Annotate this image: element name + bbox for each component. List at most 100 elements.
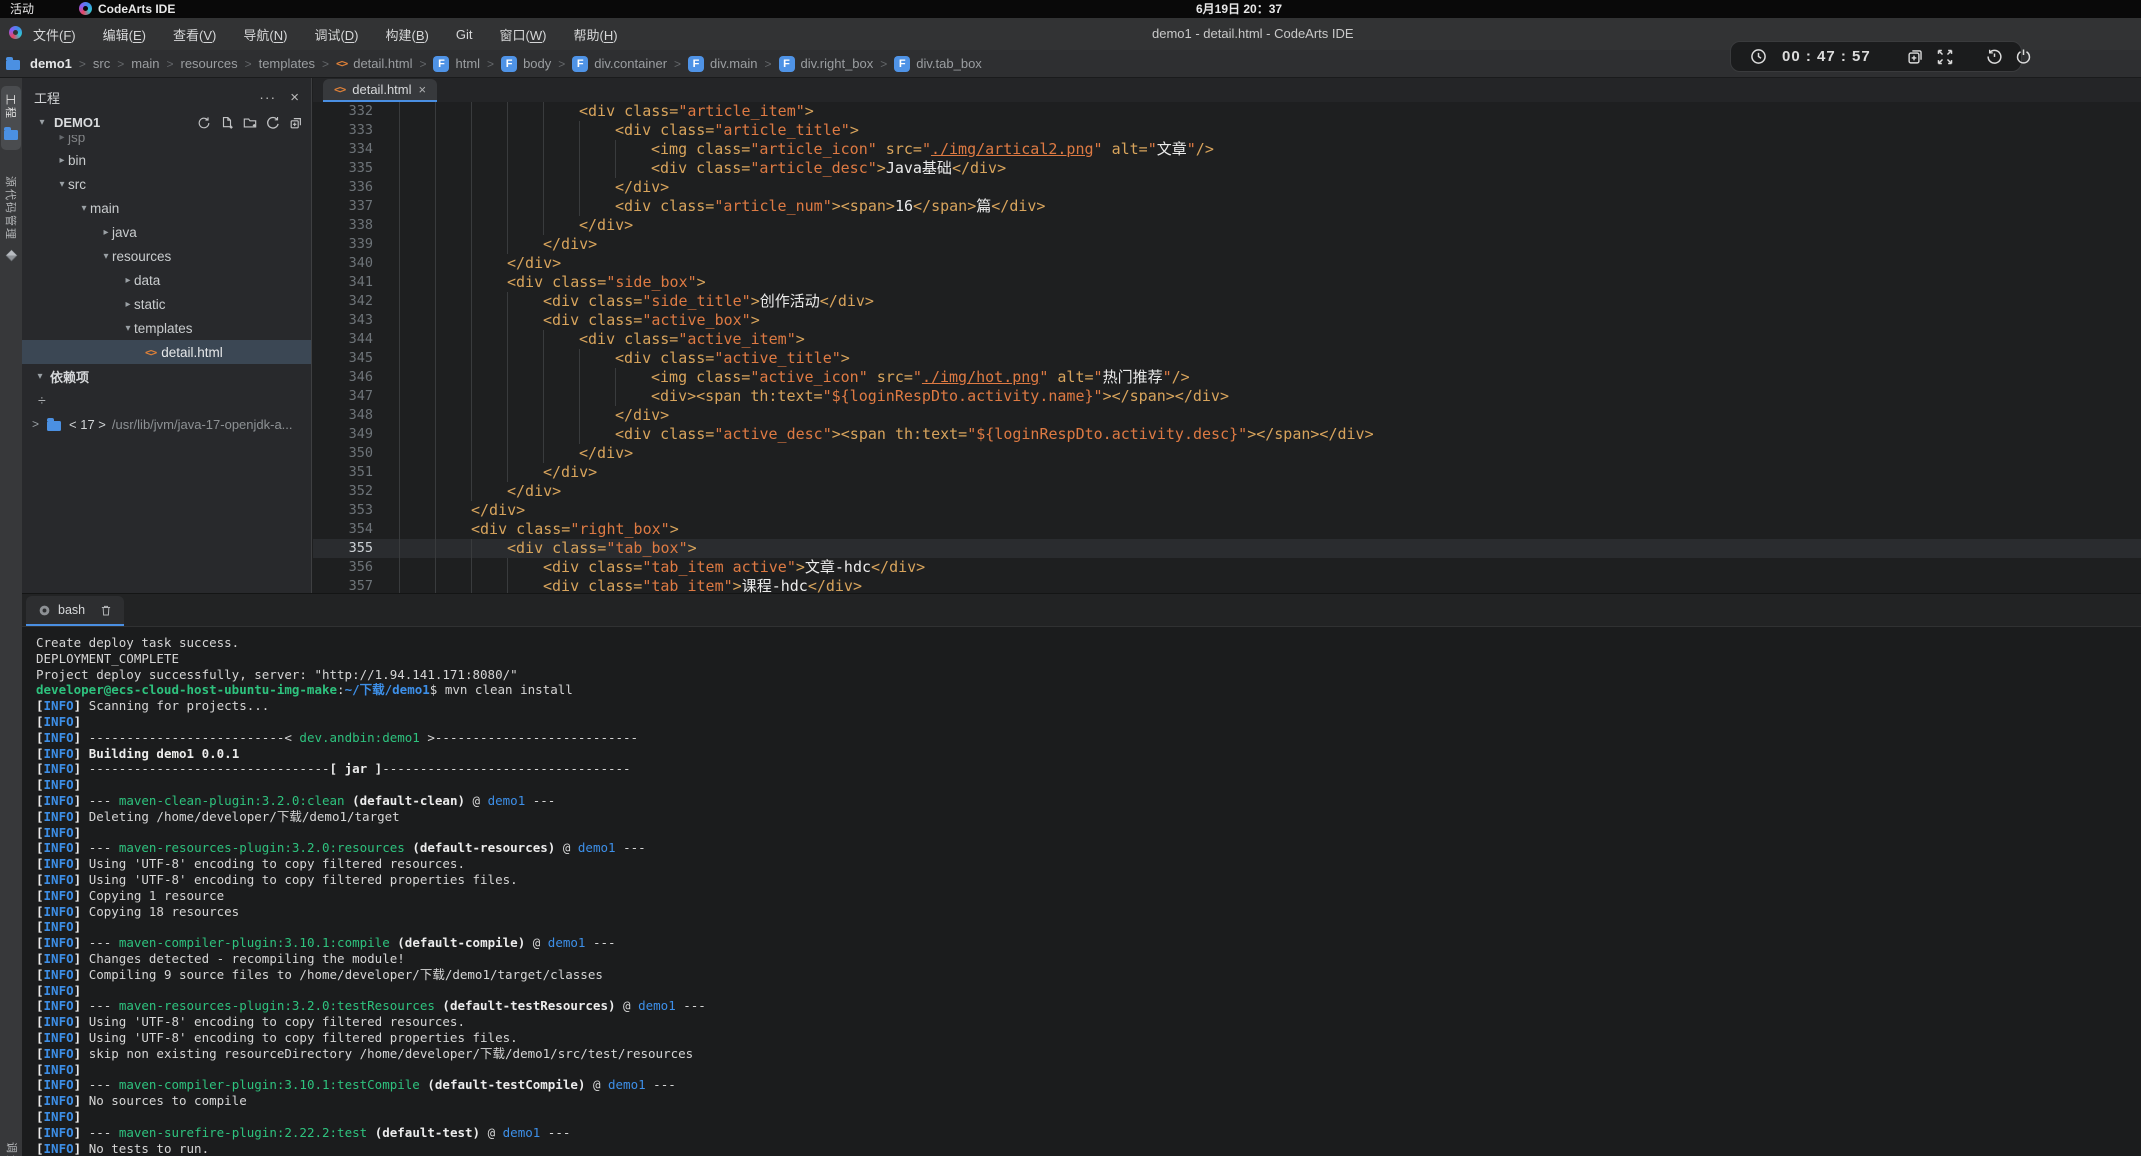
editor-line-338[interactable]: 338</div>	[313, 216, 2141, 235]
tree-item-src[interactable]: ▾src	[22, 172, 311, 196]
breadcrumb-file[interactable]: detail.html	[353, 56, 412, 71]
terminal-line: [INFO] --- maven-surefire-plugin:2.22.2:…	[36, 1125, 2141, 1141]
editor-line-352[interactable]: 352</div>	[313, 482, 2141, 501]
breadcrumb-dom-item[interactable]: body	[523, 56, 551, 71]
menu-item[interactable]: 查看(V)	[173, 25, 216, 44]
editor-line-336[interactable]: 336</div>	[313, 178, 2141, 197]
breadcrumb-item[interactable]: demo1	[30, 56, 72, 71]
tree-item-main[interactable]: ▾main	[22, 196, 311, 220]
editor-line-353[interactable]: 353</div>	[313, 501, 2141, 520]
activities-button[interactable]: 活动	[10, 0, 34, 18]
menu-item[interactable]: 编辑(E)	[103, 25, 146, 44]
tab-detail-html[interactable]: <> detail.html ×	[323, 79, 437, 102]
tree-item-label: src	[68, 177, 86, 192]
tree-item-templates[interactable]: ▾templates	[22, 316, 311, 340]
menu-item[interactable]: Git	[456, 27, 473, 42]
menu-item[interactable]: 文件(F)	[33, 25, 76, 44]
line-number: 344	[313, 330, 373, 349]
editor-line-335[interactable]: 335<div class="article_desc">Java基础</div…	[313, 159, 2141, 178]
editor-line-347[interactable]: 347<div><span th:text="${loginRespDto.ac…	[313, 387, 2141, 406]
menu-item[interactable]: 构建(B)	[386, 25, 429, 44]
editor-line-341[interactable]: 341<div class="side_box">	[313, 273, 2141, 292]
editor-line-357[interactable]: 357<div class="tab_item">课程-hdc</div>	[313, 577, 2141, 593]
codearts-logo-icon	[9, 26, 22, 44]
editor-line-350[interactable]: 350</div>	[313, 444, 2141, 463]
sidebar-more-button[interactable]: ···	[259, 89, 276, 105]
jdk-item[interactable]: > < 17 > /usr/lib/jvm/java-17-openjdk-a.…	[22, 412, 311, 436]
editor-line-346[interactable]: 346<img class="active_icon" src="./img/h…	[313, 368, 2141, 387]
tree-item-detail-html[interactable]: <>detail.html	[22, 340, 311, 364]
line-number: 345	[313, 349, 373, 368]
terminal-line: developer@ecs-cloud-host-ubuntu-img-make…	[36, 682, 2141, 698]
editor-line-340[interactable]: 340</div>	[313, 254, 2141, 273]
tree-item-bin[interactable]: ▸bin	[22, 148, 311, 172]
terminal-line: Project deploy successfully, server: "ht…	[36, 667, 2141, 683]
breadcrumb-dom-item[interactable]: div.tab_box	[916, 56, 982, 71]
breadcrumb-item[interactable]: resources	[180, 56, 237, 71]
editor-line-334[interactable]: 334<img class="article_icon" src="./img/…	[313, 140, 2141, 159]
code-text: <div class="article_desc">Java基础</div>	[651, 159, 1006, 178]
editor-line-339[interactable]: 339</div>	[313, 235, 2141, 254]
tree-item-resources[interactable]: ▾resources	[22, 244, 311, 268]
power-icon[interactable]	[2015, 48, 2032, 65]
menu-item[interactable]: 帮助(H)	[573, 25, 617, 44]
activity-tab-debug[interactable]: 调测	[4, 1142, 20, 1156]
breadcrumb-item[interactable]: main	[131, 56, 159, 71]
editor-line-349[interactable]: 349<div class="active_desc"><span th:tex…	[313, 425, 2141, 444]
code-text: <img class="active_icon" src="./img/hot.…	[651, 368, 1190, 387]
terminal-output[interactable]: Create deploy task success.DEPLOYMENT_CO…	[22, 627, 2141, 1156]
editor-line-344[interactable]: 344<div class="active_item">	[313, 330, 2141, 349]
jdk-version: < 17 >	[69, 417, 106, 432]
editor-tab-bar: <> detail.html ×	[313, 78, 2141, 102]
breadcrumb-item[interactable]: templates	[259, 56, 315, 71]
sidebar-close-button[interactable]: ×	[290, 89, 299, 106]
editor-line-343[interactable]: 343<div class="active_box">	[313, 311, 2141, 330]
menu-item[interactable]: 导航(N)	[243, 25, 287, 44]
activity-tab-label: 工程	[3, 94, 19, 120]
new-folder-icon[interactable]	[243, 116, 257, 130]
menu-item[interactable]: 调试(D)	[314, 25, 358, 44]
code-text: <div class="tab_item">课程-hdc</div>	[543, 577, 862, 593]
tree-item-jsp[interactable]: ▸jsp	[22, 135, 311, 148]
editor-line-355[interactable]: 355<div class="tab_box">	[313, 539, 2141, 558]
terminal-line: [INFO] Using 'UTF-8' encoding to copy fi…	[36, 1030, 2141, 1046]
fullscreen-icon[interactable]	[1936, 48, 1954, 66]
trash-icon[interactable]	[100, 604, 112, 617]
editor-line-333[interactable]: 333<div class="article_title">	[313, 121, 2141, 140]
restart-timer-icon[interactable]	[1986, 48, 2003, 65]
breadcrumb-dom-item[interactable]: html	[455, 56, 480, 71]
code-text: <div class="tab_item active">文章-hdc</div…	[543, 558, 925, 577]
editor-line-332[interactable]: 332<div class="article_item">	[313, 102, 2141, 121]
terminal-tab-bash[interactable]: bash	[26, 596, 124, 626]
tree-item-static[interactable]: ▸static	[22, 292, 311, 316]
breadcrumb-item[interactable]: src	[93, 56, 110, 71]
editor-line-337[interactable]: 337<div class="article_num"><span>16</sp…	[313, 197, 2141, 216]
dependencies-header[interactable]: ▾ 依赖项	[22, 364, 311, 388]
terminal-line: [INFO]	[36, 1109, 2141, 1125]
tree-item-java[interactable]: ▸java	[22, 220, 311, 244]
editor-line-356[interactable]: 356<div class="tab_item active">文章-hdc</…	[313, 558, 2141, 577]
breadcrumb-dom-item[interactable]: div.main	[710, 56, 757, 71]
editor-line-351[interactable]: 351</div>	[313, 463, 2141, 482]
tree-item-label: static	[134, 297, 166, 312]
terminal-line: [INFO] --------------------------< dev.a…	[36, 730, 2141, 746]
new-file-icon[interactable]	[220, 116, 234, 130]
editor-line-345[interactable]: 345<div class="active_title">	[313, 349, 2141, 368]
editor-line-342[interactable]: 342<div class="side_title">创作活动</div>	[313, 292, 2141, 311]
activity-tab-project[interactable]: 工程	[1, 86, 21, 150]
editor-line-348[interactable]: 348</div>	[313, 406, 2141, 425]
system-clock[interactable]: 6月19日 20：37	[1196, 0, 1282, 18]
add-capture-icon[interactable]	[1907, 48, 1924, 65]
refresh-icon[interactable]	[266, 116, 280, 130]
editor-line-354[interactable]: 354<div class="right_box">	[313, 520, 2141, 539]
code-view[interactable]: 332<div class="article_item">333<div cla…	[313, 102, 2141, 593]
breadcrumb-dom-item[interactable]: div.right_box	[801, 56, 874, 71]
activity-tab-scm[interactable]: 源代码管理	[0, 176, 22, 267]
collapse-all-icon[interactable]	[289, 116, 303, 130]
menu-item[interactable]: 窗口(W)	[500, 25, 547, 44]
sync-icon[interactable]	[197, 116, 211, 130]
tree-root-demo1[interactable]: ▾ DEMO1	[22, 110, 311, 135]
close-icon[interactable]: ×	[419, 82, 427, 97]
tree-item-data[interactable]: ▸data	[22, 268, 311, 292]
breadcrumb-dom-item[interactable]: div.container	[594, 56, 667, 71]
